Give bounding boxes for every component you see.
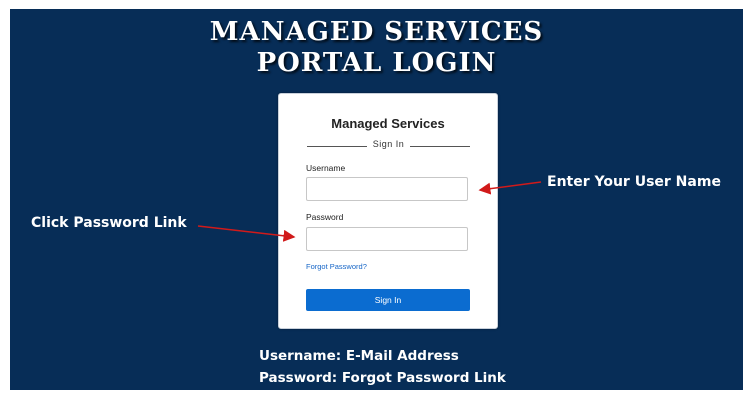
forgot-password-link[interactable]: Forgot Password? [306, 262, 367, 271]
card-heading: Managed Services [331, 116, 445, 131]
password-hint: Click Password Link [31, 215, 187, 231]
divider-left [307, 146, 367, 147]
note-username: Username: E-Mail Address [259, 348, 459, 364]
credentials-note: Username: E-Mail Address Password: Forgo… [259, 345, 506, 389]
note-password: Password: Forgot Password Link [259, 370, 506, 386]
username-hint: Enter Your User Name [547, 174, 721, 190]
sign-in-caption: Sign In [372, 139, 405, 149]
sign-in-button[interactable]: Sign In [306, 289, 470, 311]
username-label: Username [306, 163, 346, 173]
slide-title: MANAGED SERVICES PORTAL LOGIN [10, 17, 743, 79]
divider-right [410, 146, 470, 147]
login-card: Managed Services Sign In Username Passwo… [278, 93, 498, 329]
password-label: Password [306, 212, 344, 222]
username-input[interactable] [306, 177, 468, 201]
slide-background: MANAGED SERVICES PORTAL LOGIN Managed Se… [10, 9, 743, 390]
title-line-1: MANAGED SERVICES [209, 17, 544, 47]
title-line-2: PORTAL LOGIN [256, 48, 497, 78]
password-input[interactable] [306, 227, 468, 251]
